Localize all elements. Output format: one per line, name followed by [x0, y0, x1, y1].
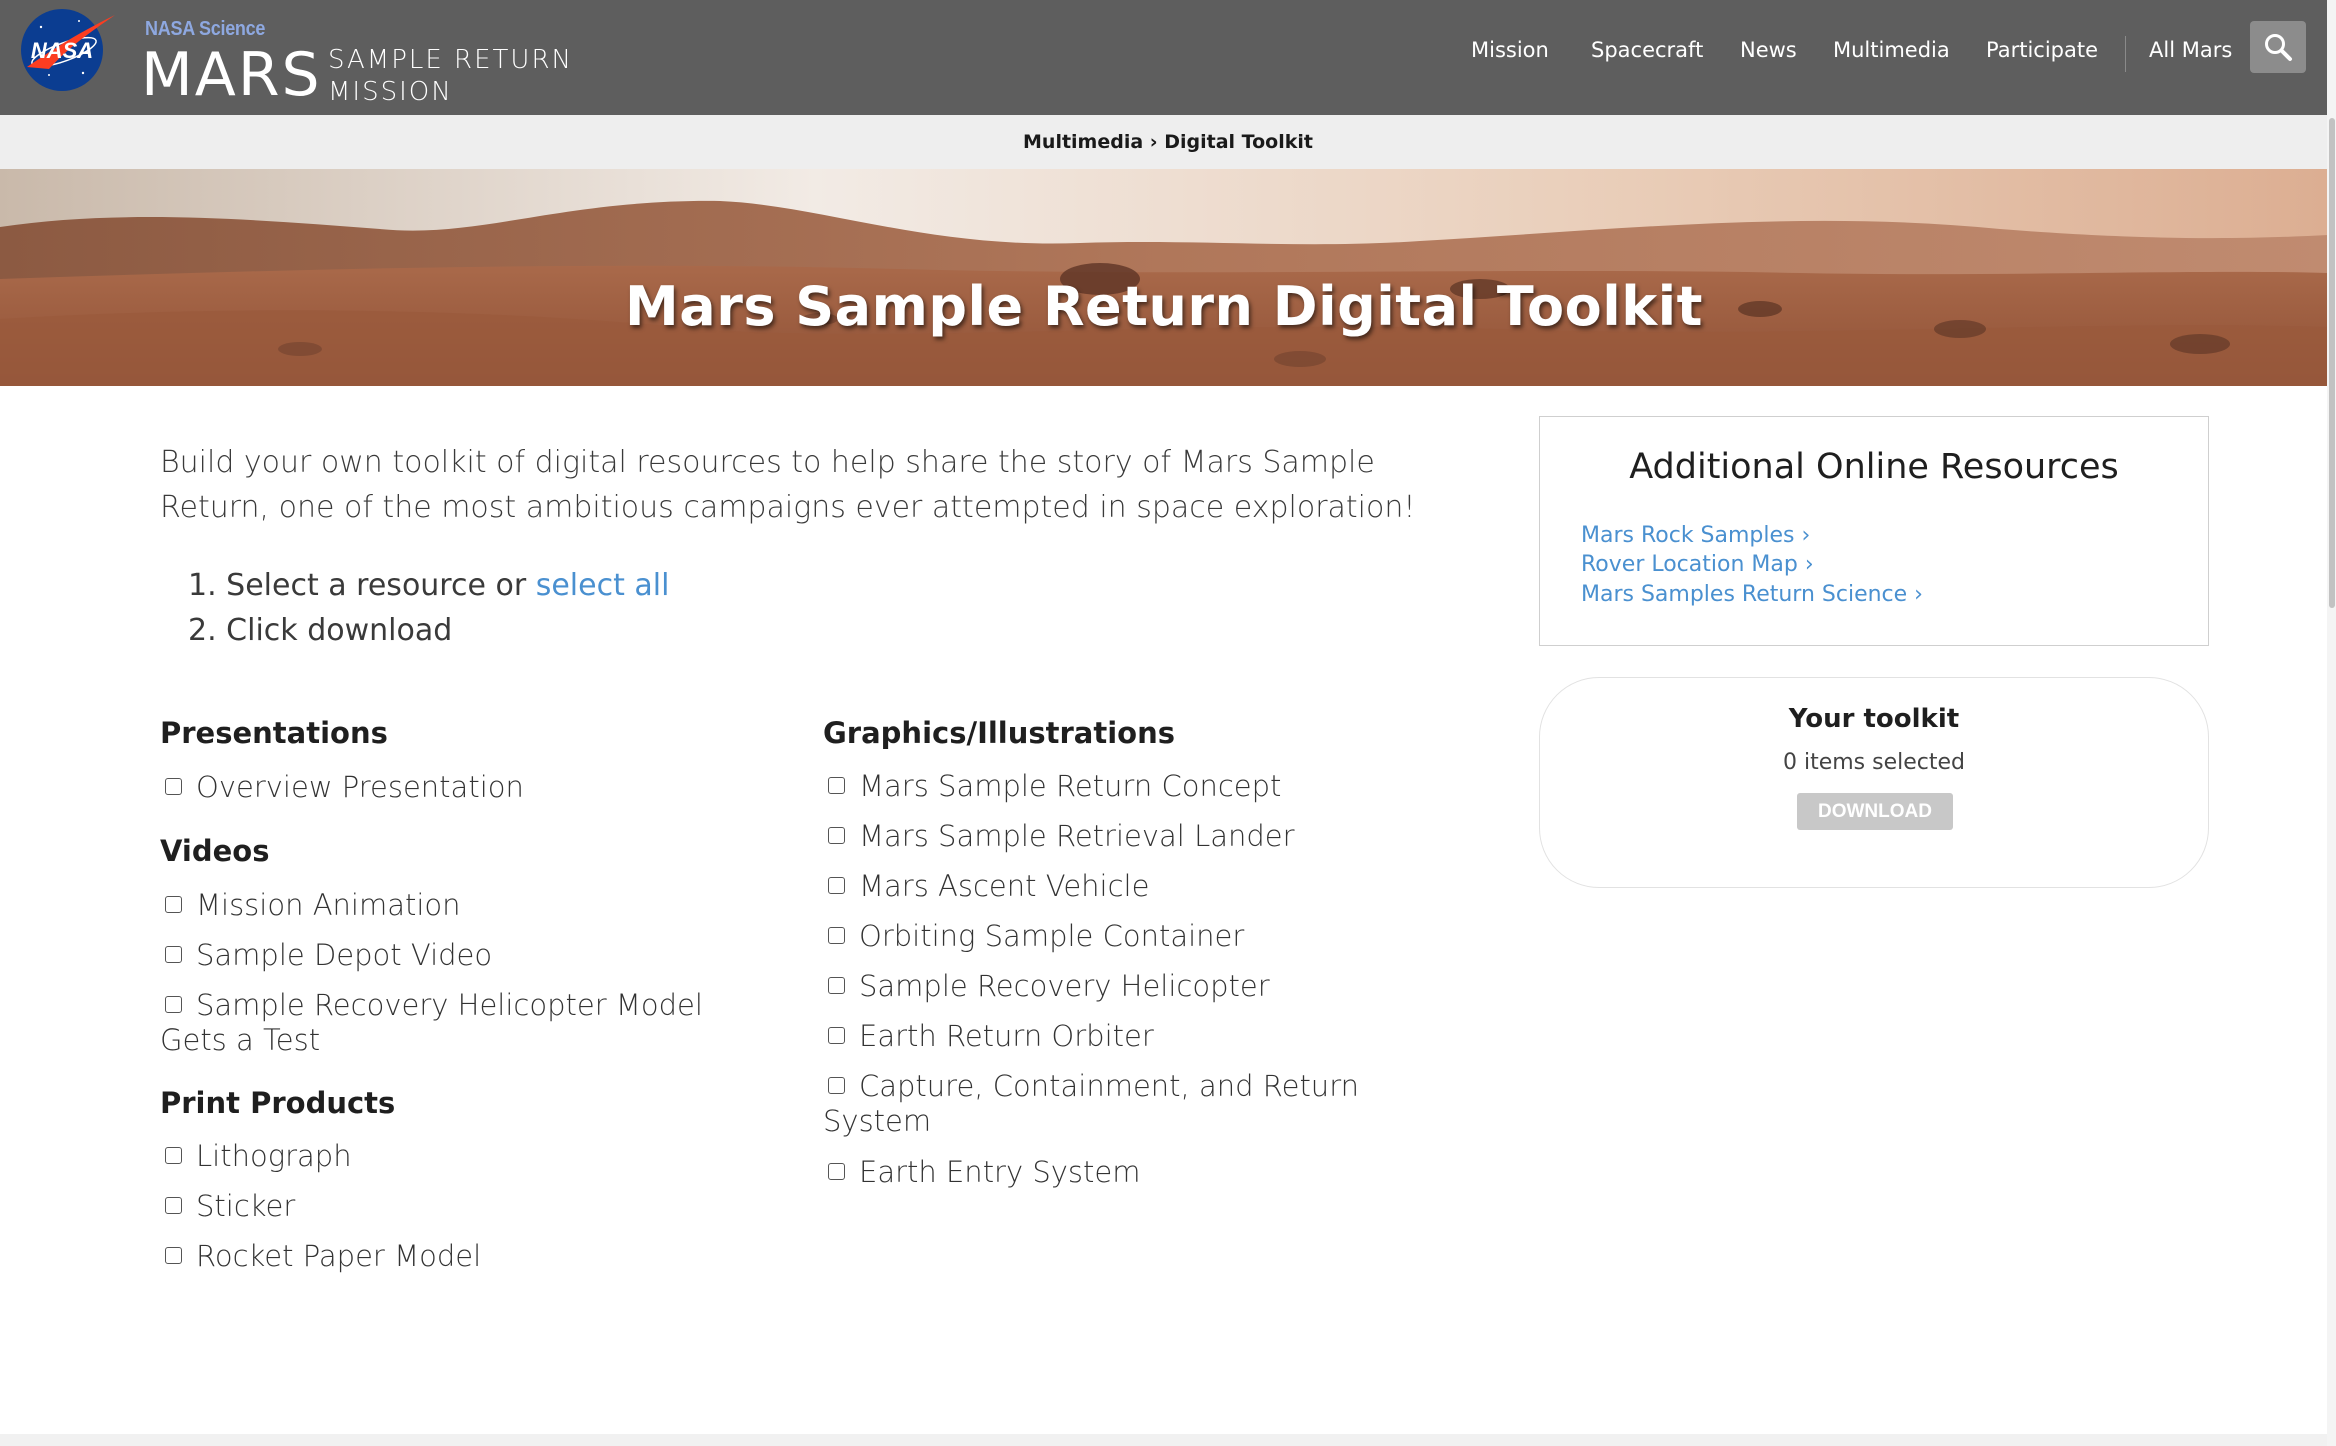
resource-item[interactable]: Earth Entry System [823, 1155, 1141, 1190]
search-button[interactable] [2250, 21, 2306, 73]
resource-checkbox[interactable] [165, 1246, 182, 1264]
subtitle-line-2: MISSION [328, 77, 453, 107]
nasa-science-label[interactable]: NASA Science [145, 18, 265, 41]
link-mars-samples-return-science[interactable]: Mars Samples Return Science › [1581, 582, 1923, 607]
resource-item[interactable]: Sample Recovery Helicopter Model Gets a … [160, 988, 720, 1058]
resource-checkbox[interactable] [165, 1196, 182, 1214]
resource-checkbox[interactable] [828, 976, 845, 994]
breadcrumb-multimedia[interactable]: Multimedia [1023, 131, 1143, 153]
resource-label[interactable]: Sample Recovery Helicopter Model Gets a … [160, 988, 703, 1057]
nav-participate[interactable]: Participate [1986, 38, 2098, 62]
resource-label[interactable]: Mission Animation [196, 888, 461, 922]
resource-label[interactable]: Lithograph [196, 1139, 352, 1173]
print-products-heading: Print Products [160, 1086, 396, 1120]
breadcrumb: Multimedia › Digital Toolkit [0, 115, 2336, 169]
mission-subtitle[interactable]: SAMPLE RETURN MISSION [328, 44, 573, 108]
resource-item[interactable]: Lithograph [160, 1139, 352, 1174]
search-icon [2265, 34, 2292, 61]
resource-item[interactable]: Sticker [160, 1189, 295, 1224]
resource-label[interactable]: Orbiting Sample Container [859, 919, 1244, 953]
toolkit-item-count: 0 items selected [1782, 750, 1965, 775]
resource-checkbox[interactable] [828, 1162, 845, 1180]
resource-label[interactable]: Sample Depot Video [196, 938, 492, 972]
resource-item[interactable]: Mission Animation [160, 888, 461, 923]
resource-checkbox[interactable] [165, 777, 182, 795]
additional-resources-box: Additional Online Resources Mars Rock Sa… [1539, 416, 2209, 646]
resource-item[interactable]: Sample Depot Video [160, 938, 492, 973]
resource-checkbox[interactable] [828, 926, 845, 944]
nav-spacecraft[interactable]: Spacecraft [1591, 38, 1703, 62]
step-2-text: Click download [226, 613, 453, 648]
step-1-text: Select a resource or [226, 568, 536, 603]
graphics-heading: Graphics/Illustrations [823, 716, 1176, 750]
toolkit-heading: Your toolkit [1788, 704, 1960, 734]
resource-label[interactable]: Earth Entry System [859, 1155, 1141, 1189]
step-2: 2. Click download [188, 608, 669, 653]
resource-checkbox[interactable] [828, 1076, 845, 1094]
nasa-logo-icon[interactable]: NASA [19, 7, 117, 93]
link-mars-rock-samples[interactable]: Mars Rock Samples › [1581, 523, 1810, 548]
scrollbar-thumb[interactable] [2329, 118, 2335, 608]
instructions-list: 1. Select a resource or select all 2. Cl… [188, 563, 669, 653]
resource-label[interactable]: Mars Sample Return Concept [859, 769, 1281, 803]
select-all-link[interactable]: select all [536, 568, 670, 603]
presentations-heading: Presentations [160, 716, 388, 750]
additional-resources-heading: Additional Online Resources [1629, 447, 2119, 487]
resource-label[interactable]: Sample Recovery Helicopter [859, 969, 1270, 1003]
breadcrumb-separator: › [1143, 131, 1165, 153]
resource-checkbox[interactable] [828, 776, 845, 794]
nav-news[interactable]: News [1740, 38, 1797, 62]
resource-item[interactable]: Overview Presentation [160, 770, 524, 805]
mars-title[interactable]: MARS [141, 40, 322, 110]
resource-checkbox[interactable] [828, 876, 845, 894]
nav-divider [2125, 36, 2126, 72]
resource-item[interactable]: Mars Sample Retrieval Lander [823, 819, 1295, 854]
resource-item[interactable]: Orbiting Sample Container [823, 919, 1244, 954]
page-title: Mars Sample Return Digital Toolkit [625, 275, 1703, 338]
breadcrumb-current[interactable]: Digital Toolkit [1164, 131, 1313, 153]
resource-checkbox[interactable] [165, 1146, 182, 1164]
resource-label[interactable]: Earth Return Orbiter [859, 1019, 1154, 1053]
videos-heading: Videos [160, 834, 270, 868]
resource-item[interactable]: Earth Return Orbiter [823, 1019, 1154, 1054]
site-header: NASA NASA Science MARS SAMPLE RETURN MIS… [0, 0, 2336, 115]
resource-label[interactable]: Mars Ascent Vehicle [859, 869, 1149, 903]
step-1-number: 1. [188, 568, 217, 603]
download-button[interactable]: DOWNLOAD [1797, 793, 1953, 830]
hero-banner: Mars Sample Return Digital Toolkit [0, 169, 2328, 386]
resource-checkbox[interactable] [828, 826, 845, 844]
resource-checkbox[interactable] [165, 945, 182, 963]
resource-label[interactable]: Capture, Containment, and Return System [823, 1069, 1359, 1138]
resource-label[interactable]: Rocket Paper Model [196, 1239, 481, 1273]
resource-label[interactable]: Overview Presentation [196, 770, 524, 804]
resource-item[interactable]: Mars Sample Return Concept [823, 769, 1281, 804]
resource-checkbox[interactable] [165, 895, 182, 913]
intro-text: Build your own toolkit of digital resour… [160, 445, 1416, 525]
your-toolkit-panel: Your toolkit 0 items selected DOWNLOAD [1539, 677, 2209, 888]
subtitle-line-1: SAMPLE RETURN [328, 45, 573, 75]
resource-item[interactable]: Sample Recovery Helicopter [823, 969, 1270, 1004]
link-rover-location-map[interactable]: Rover Location Map › [1581, 552, 1814, 577]
nav-multimedia[interactable]: Multimedia [1833, 38, 1950, 62]
resource-checkbox[interactable] [828, 1026, 845, 1044]
resource-item[interactable]: Capture, Containment, and Return System [823, 1069, 1383, 1139]
resource-checkbox[interactable] [165, 995, 182, 1013]
step-1: 1. Select a resource or select all [188, 563, 669, 608]
footer-edge [0, 1434, 2336, 1446]
resource-label[interactable]: Mars Sample Retrieval Lander [859, 819, 1295, 853]
nav-mission[interactable]: Mission [1471, 38, 1549, 62]
nav-all-mars[interactable]: All Mars [2149, 38, 2232, 62]
step-2-number: 2. [188, 613, 217, 648]
resource-item[interactable]: Rocket Paper Model [160, 1239, 481, 1274]
resource-label[interactable]: Sticker [196, 1189, 295, 1223]
svg-text:NASA: NASA [31, 38, 93, 63]
resource-item[interactable]: Mars Ascent Vehicle [823, 869, 1149, 904]
